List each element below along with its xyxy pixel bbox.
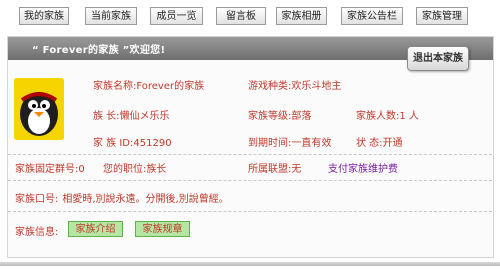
family-name-field: 家族名称:Forever的家族 [93, 77, 204, 92]
nav-family-notice[interactable]: 家族公告栏 [341, 7, 403, 25]
exit-family-button[interactable]: 退出本家族 [407, 46, 469, 71]
family-id-field: 家 族 ID:451290 [93, 134, 172, 149]
game-type-label: 游戏种类: [248, 81, 292, 92]
family-avatar [14, 78, 64, 140]
expire-time-field: 到期时间:一直有效 [248, 134, 331, 149]
leader-value: 懒仙メ乐乐 [119, 111, 170, 122]
leader-field: 族 长:懒仙メ乐乐 [93, 107, 170, 122]
family-id-value: 451290 [133, 138, 172, 149]
penguin-avatar-icon [14, 78, 64, 140]
alliance-value: 无 [291, 164, 302, 175]
alliance-field: 所属联盟:无 [248, 160, 301, 175]
leader-label: 族 长: [93, 111, 120, 122]
group-number-value: 0 [78, 164, 85, 175]
nav-member-list[interactable]: 成员一览 [150, 7, 203, 25]
family-name-value: Forever的家族 [136, 81, 205, 92]
family-info-label: 家族信息: [15, 227, 59, 238]
family-level-label: 家族等级: [248, 111, 292, 122]
alliance-label: 所属联盟: [248, 164, 292, 175]
slogan-label: 家族口号: [15, 194, 59, 205]
bottom-rule [0, 262, 500, 266]
family-name-label: 家族名称: [93, 81, 137, 92]
group-number-label: 家族固定群号: [15, 164, 79, 175]
group-number-field: 家族固定群号:0 [15, 160, 85, 175]
family-level-field: 家族等级:部落 [248, 107, 311, 122]
nav-family-manage[interactable]: 家族管理 [416, 7, 468, 25]
family-level-value: 部落 [291, 111, 312, 122]
expire-time-value: 一直有效 [291, 138, 332, 149]
top-nav: 我的家族 当前家族 成员一览 留言板 家族相册 家族公告栏 家族管理 [0, 0, 500, 34]
member-count-field: 家族人数:1 人 [356, 107, 419, 122]
divider [8, 211, 492, 212]
welcome-title: “ Forever的家族 ”欢迎您! [32, 45, 166, 56]
your-role-label: 您的职位: [103, 164, 147, 175]
family-intro-button[interactable]: 家族介绍 [68, 221, 123, 237]
game-type-field: 游戏种类:欢乐斗地主 [248, 77, 341, 92]
pay-maintenance-link[interactable]: 支付家族维护费 [328, 160, 398, 175]
divider [8, 180, 492, 181]
your-role-field: 您的职位:族长 [103, 160, 166, 175]
family-rules-button[interactable]: 家族规章 [135, 221, 190, 237]
nav-message-board[interactable]: 留言板 [216, 7, 266, 25]
slogan-field: 家族口号: 相愛時,別說永遠。分開後,別說曾經。 [15, 190, 229, 205]
slogan-value: 相愛時,別說永遠。分開後,別說曾經。 [62, 194, 229, 205]
game-type-value: 欢乐斗地主 [291, 81, 342, 92]
nav-my-family[interactable]: 我的家族 [19, 7, 69, 25]
status-field: 状 态:开通 [356, 134, 403, 149]
family-id-label: 家 族 ID: [93, 138, 134, 149]
status-label: 状 态: [356, 138, 383, 149]
nav-family-album[interactable]: 家族相册 [276, 7, 327, 25]
your-role-value: 族长 [146, 164, 167, 175]
expire-time-label: 到期时间: [248, 138, 292, 149]
status-value: 开通 [382, 138, 403, 149]
divider [8, 154, 492, 155]
nav-current-family[interactable]: 当前家族 [85, 7, 137, 25]
member-count-value: 1 人 [399, 111, 419, 122]
member-count-label: 家族人数: [356, 111, 400, 122]
